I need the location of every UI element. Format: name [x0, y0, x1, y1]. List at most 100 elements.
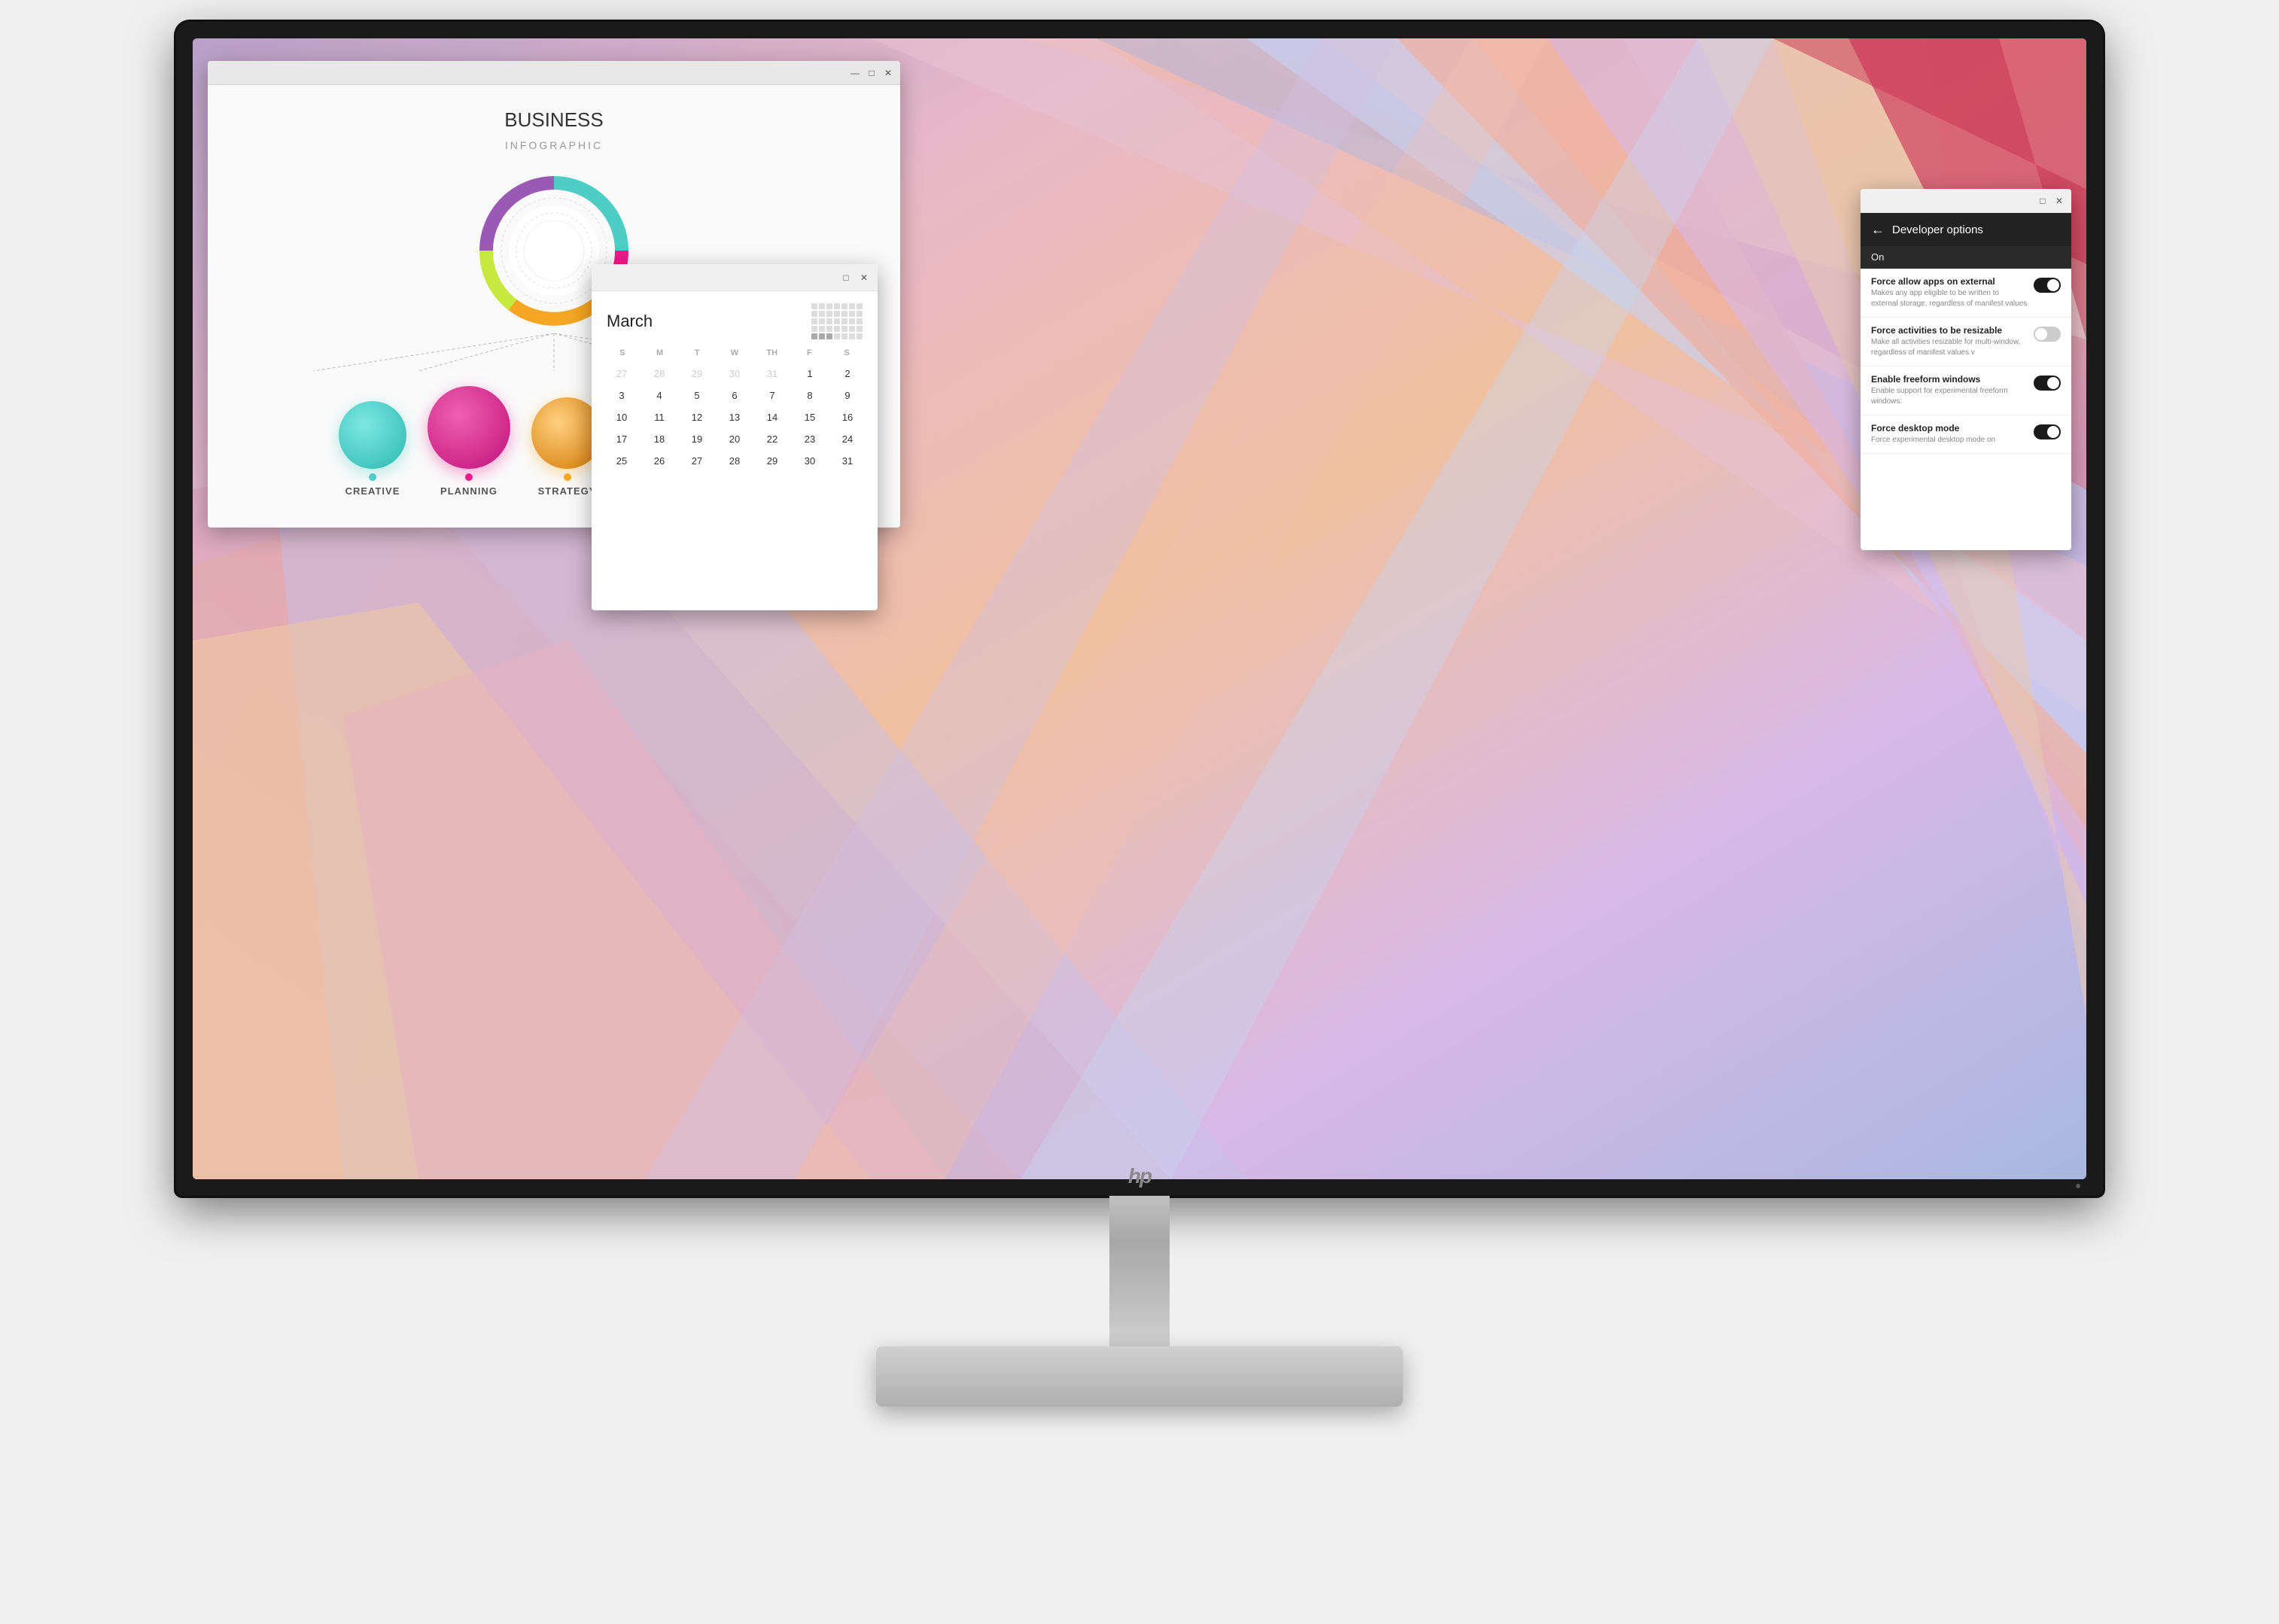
day-header-th: TH [753, 345, 791, 360]
dev-option-1-title: Force allow apps on external [1871, 276, 2028, 287]
dev-option-3-text: Enable freeform windows Enable support f… [1871, 374, 2028, 407]
infographic-main-title: BUSINESS [504, 108, 604, 133]
cal-cell-16[interactable]: 16 [829, 407, 866, 427]
cal-cell-30pm[interactable]: 30 [717, 363, 753, 384]
developer-back-icon[interactable]: ← [1871, 222, 1885, 238]
dev-option-3-toggle[interactable] [2034, 376, 2061, 391]
calendar-window[interactable]: □ ✕ March S M [592, 264, 878, 610]
developer-titlebar: □ ✕ [1861, 189, 2071, 213]
calendar-close-btn[interactable]: ✕ [858, 272, 870, 284]
cal-cell-22[interactable]: 22 [754, 429, 790, 449]
cal-cell-29[interactable]: 29 [754, 451, 790, 471]
cal-cell-27[interactable]: 27 [679, 451, 715, 471]
day-header-s2: S [828, 345, 866, 360]
cal-cell-7[interactable]: 7 [754, 385, 790, 406]
developer-status-bar: On [1861, 246, 2071, 269]
power-indicator-dot [2076, 1184, 2080, 1188]
cal-cell-1[interactable]: 1 [792, 363, 828, 384]
dev-option-1-text: Force allow apps on external Makes any a… [1871, 276, 2028, 309]
developer-close-btn[interactable]: ✕ [2053, 195, 2065, 207]
dev-option-4-text: Force desktop mode Force experimental de… [1871, 423, 2028, 446]
dev-option-4-toggle[interactable] [2034, 424, 2061, 439]
developer-options-list: Force allow apps on external Makes any a… [1861, 269, 2071, 454]
infographic-titlebar: — □ ✕ [208, 61, 900, 85]
bubble-creative-label: CREATIVE [345, 485, 400, 497]
cal-cell-9[interactable]: 9 [829, 385, 866, 406]
cal-cell-30[interactable]: 30 [792, 451, 828, 471]
dev-option-4-desc: Force experimental desktop mode on [1871, 435, 2028, 446]
cal-cell-12[interactable]: 12 [679, 407, 715, 427]
cal-cell-26[interactable]: 26 [641, 451, 677, 471]
day-header-s1: S [604, 345, 641, 360]
dev-option-1-desc: Makes any app eligible to be written to … [1871, 288, 2028, 309]
dev-option-2-title: Force activities to be resizable [1871, 325, 2028, 336]
calendar-header: March [592, 291, 878, 345]
bubble-planning-label: PLANNING [440, 485, 497, 497]
hp-logo: hp [1128, 1164, 1151, 1188]
monitor-bezel: — □ ✕ BUSINESS INFOGRAPHIC [176, 22, 2103, 1196]
cal-cell-10[interactable]: 10 [604, 407, 640, 427]
dev-option-4-title: Force desktop mode [1871, 423, 2028, 433]
cal-cell-8[interactable]: 8 [792, 385, 828, 406]
cal-cell-5[interactable]: 5 [679, 385, 715, 406]
cal-cell-3[interactable]: 3 [604, 385, 640, 406]
developer-minimize-btn[interactable]: □ [2037, 195, 2049, 207]
cal-cell-13[interactable]: 13 [717, 407, 753, 427]
cal-cell-25[interactable]: 25 [604, 451, 640, 471]
cal-cell-31[interactable]: 31 [829, 451, 866, 471]
cal-cell-31pm[interactable]: 31 [754, 363, 790, 384]
cal-cell-27pm[interactable]: 27 [604, 363, 640, 384]
cal-cell-23[interactable]: 23 [792, 429, 828, 449]
calendar-cells: 27 28 29 30 31 1 2 3 4 5 6 7 8 [604, 363, 866, 471]
cal-cell-2[interactable]: 2 [829, 363, 866, 384]
dev-option-3: Enable freeform windows Enable support f… [1861, 366, 2071, 415]
cal-cell-6[interactable]: 6 [717, 385, 753, 406]
cal-cell-19[interactable]: 19 [679, 429, 715, 449]
developer-header: ← Developer options [1861, 213, 2071, 246]
dev-option-4: Force desktop mode Force experimental de… [1861, 415, 2071, 454]
cal-cell-28[interactable]: 28 [717, 451, 753, 471]
developer-window[interactable]: □ ✕ ← Developer options On Force allow a… [1861, 189, 2071, 550]
dev-option-2-toggle[interactable] [2034, 327, 2061, 342]
dev-option-2: Force activities to be resizable Make al… [1861, 318, 2071, 366]
infographic-close-btn[interactable]: ✕ [882, 67, 894, 79]
dev-option-1: Force allow apps on external Makes any a… [1861, 269, 2071, 318]
cal-cell-24[interactable]: 24 [829, 429, 866, 449]
dev-option-1-toggle[interactable] [2034, 278, 2061, 293]
cal-cell-4[interactable]: 4 [641, 385, 677, 406]
dev-option-3-desc: Enable support for experimental freeform… [1871, 386, 2028, 407]
calendar-mini-dots [811, 303, 863, 339]
monitor-screen: — □ ✕ BUSINESS INFOGRAPHIC [193, 38, 2086, 1179]
calendar-minimize-btn[interactable]: □ [840, 272, 852, 284]
cal-cell-17[interactable]: 17 [604, 429, 640, 449]
cal-cell-20[interactable]: 20 [717, 429, 753, 449]
calendar-titlebar: □ ✕ [592, 264, 878, 291]
monitor-wrapper: — □ ✕ BUSINESS INFOGRAPHIC [161, 22, 2118, 1602]
cal-cell-18[interactable]: 18 [641, 429, 677, 449]
dev-option-3-title: Enable freeform windows [1871, 374, 2028, 385]
cal-cell-28pm[interactable]: 28 [641, 363, 677, 384]
calendar-month-label: March [607, 312, 653, 331]
day-header-t1: T [678, 345, 716, 360]
cal-cell-14[interactable]: 14 [754, 407, 790, 427]
cal-cell-15[interactable]: 15 [792, 407, 828, 427]
dev-option-2-text: Force activities to be resizable Make al… [1871, 325, 2028, 358]
dev-option-2-desc: Make all activities resizable for multi-… [1871, 337, 2028, 358]
infographic-subtitle: INFOGRAPHIC [504, 139, 604, 151]
day-header-m: M [641, 345, 679, 360]
monitor-base [876, 1346, 1403, 1407]
bubble-strategy-label: STRATEGY [538, 485, 597, 497]
cal-cell-29pm[interactable]: 29 [679, 363, 715, 384]
calendar-days-header: S M T W TH F S [604, 345, 866, 360]
cal-cell-11[interactable]: 11 [641, 407, 677, 427]
infographic-minimize-btn[interactable]: — [849, 67, 861, 79]
developer-status-text: On [1871, 251, 1884, 263]
calendar-grid: S M T W TH F S 27 28 29 30 31 [592, 345, 878, 483]
infographic-maximize-btn[interactable]: □ [866, 67, 878, 79]
bubble-planning: PLANNING [428, 386, 510, 497]
monitor-neck [1109, 1196, 1170, 1346]
day-header-w: W [716, 345, 753, 360]
bubble-creative: CREATIVE [339, 401, 406, 497]
developer-title: Developer options [1892, 224, 1983, 236]
day-header-f: F [791, 345, 829, 360]
